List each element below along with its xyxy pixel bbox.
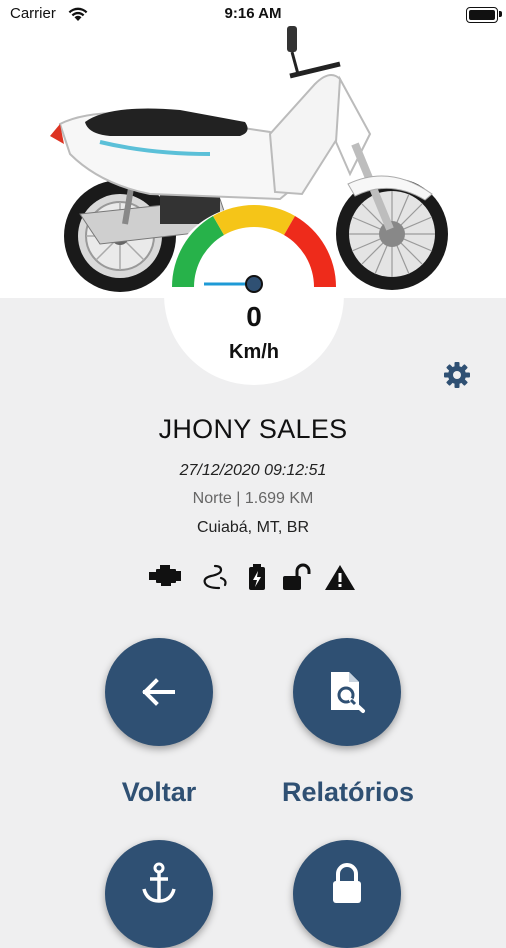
warning-icon: [324, 563, 356, 596]
reports-button[interactable]: [293, 638, 401, 746]
speed-unit: Km/h: [229, 341, 279, 363]
anchor-icon: [142, 862, 176, 903]
unlock-icon: [282, 563, 314, 596]
engine-icon: [148, 563, 182, 594]
direction-distance: Norte | 1.699 KM: [192, 490, 314, 507]
back-label[interactable]: Voltar: [95, 777, 223, 808]
back-button[interactable]: [105, 638, 213, 746]
vehicle-status-icons: [148, 563, 360, 593]
speed-value: 0: [246, 301, 262, 332]
speed-gauge: [172, 205, 336, 293]
battery-icon: [246, 563, 268, 596]
report-search-icon: [331, 672, 365, 713]
settings-gear-icon[interactable]: [443, 361, 471, 389]
last-update-timestamp: 27/12/2020 09:12:51: [179, 462, 327, 479]
anchor-button[interactable]: [105, 840, 213, 948]
gauge-zone: [284, 215, 336, 287]
reports-label[interactable]: Relatórios: [268, 777, 428, 808]
lock-icon: [333, 863, 361, 904]
gauge-zone: [172, 215, 224, 287]
road-icon: [201, 563, 229, 596]
gauge-zone: [213, 205, 295, 236]
arrow-left-icon: [142, 678, 175, 706]
speedometer: 0 Km/h: [164, 205, 344, 385]
battery-status-icon: [466, 7, 498, 23]
lock-button[interactable]: [293, 840, 401, 948]
clock: 9:16 AM: [224, 5, 282, 22]
gauge-hub: [245, 275, 263, 293]
owner-name: JHONY SALES: [158, 414, 348, 444]
vehicle-location: Cuiabá, MT, BR: [196, 519, 310, 536]
